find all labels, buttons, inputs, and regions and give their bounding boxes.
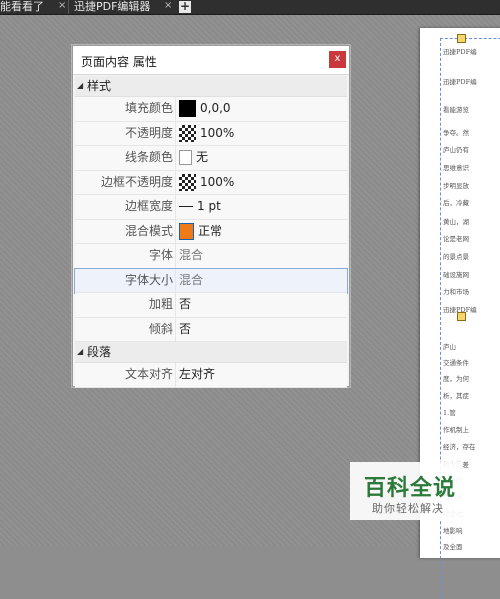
border-opacity-value: 100% [200,174,235,189]
document-text-line: 黄山，湖 [443,218,469,226]
property-blend-mode[interactable]: 混合模式 正常 [75,219,347,244]
property-label: 字体大小 [124,272,173,287]
properties-dialog: 页面内容 属性 x ◢ 样式 填充颜色 0,0,0 不透明度 100% 线条颜色… [72,45,350,388]
document-text-line: 经济，存在 [443,443,476,451]
document-text-line: 地影响 [443,527,463,535]
document-text-line: 迅捷PDF编 [443,78,477,86]
property-grid: ◢ 样式 填充颜色 0,0,0 不透明度 100% 线条颜色 无 边框不透明度 … [74,76,348,388]
property-label: 字体 [148,248,173,262]
property-label: 加粗 [148,297,173,311]
italic-value: 否 [179,321,192,336]
empty-swatch-icon[interactable] [179,150,192,165]
font-value: 混合 [179,248,204,262]
document-text-line: 迅捷PDF编 [443,48,477,56]
document-text-line: 庐山仍有 [443,146,469,154]
watermark-subtitle: 助你轻松解决 [372,502,444,515]
property-border-opacity[interactable]: 边框不透明度 100% [75,170,347,195]
property-label: 线条颜色 [124,150,173,164]
document-text-line: 力和市场 [443,288,469,296]
resize-handle-top[interactable] [457,34,466,43]
dialog-close-button[interactable]: x [329,51,346,68]
document-text-line: 的景点景 [443,253,469,261]
document-text-line: 1.管 [443,409,456,417]
document-text-line: 思维意识 [443,164,469,172]
section-paragraph[interactable]: ◢ 段落 [75,342,347,363]
property-label: 边框不透明度 [100,174,173,189]
opacity-value: 100% [200,125,235,140]
tab-pdf-editor[interactable]: 迅捷PDF编辑器 [74,0,150,14]
property-font[interactable]: 字体 混合 [75,244,347,269]
line-color-value: 无 [196,150,209,164]
bold-value: 否 [179,297,192,311]
fill-color-value: 0,0,0 [200,101,231,115]
blend-mode-value: 正常 [198,223,223,238]
document-text-line: 交通条件 [443,359,469,367]
collapse-triangle-icon[interactable]: ◢ [77,76,83,96]
document-text-line: 础设施网 [443,271,469,279]
property-opacity[interactable]: 不透明度 100% [75,121,347,146]
dialog-title-bar[interactable]: 页面内容 属性 x [73,46,349,75]
watermark-title: 百科全说 [364,476,457,501]
property-label: 文本对齐 [124,367,173,381]
document-text-line: 析，其症 [443,392,469,400]
tab-pdf-editor-close-icon[interactable]: × [164,0,172,14]
document-text-line: 步明显放 [443,182,469,190]
property-label: 填充颜色 [124,101,173,115]
watermark-logo: 百科全说 助你轻松解决 [350,462,462,520]
document-text-line: 作机制上 [443,426,469,434]
text-align-value: 左对齐 [179,367,216,381]
property-line-color[interactable]: 线条颜色 无 [75,146,347,171]
property-italic[interactable]: 倾斜 否 [75,317,347,342]
font-size-value: 混合 [179,272,204,287]
property-font-size[interactable]: 字体大小 混合 [74,267,348,294]
property-label: 倾斜 [148,321,173,336]
document-text-line: 迅捷PDF编 [443,306,477,314]
property-label: 不透明度 [124,125,173,140]
new-tab-plus-icon[interactable]: + [179,0,191,13]
line-icon [179,206,193,207]
document-text-line: 度，为何 [443,375,469,383]
document-text-line: 后，冷藏 [443,199,469,207]
dialog-title: 页面内容 属性 [81,55,157,69]
checkerboard-icon[interactable] [179,124,196,142]
document-text-line: 看能游览 [443,106,469,114]
document-text-line: 争夺。然 [443,129,469,137]
checkerboard-icon[interactable] [179,173,196,191]
tab-previous-doc[interactable]: 能看看了 [0,0,44,14]
document-text-line: 庐山 [443,343,456,351]
tab-previous-close-icon[interactable]: × [58,0,66,14]
property-fill-color[interactable]: 填充颜色 0,0,0 [75,97,347,122]
tab-divider [68,0,69,14]
color-swatch-icon[interactable] [179,100,196,117]
orange-square-icon [179,222,194,240]
property-label: 混合模式 [124,223,173,238]
tab-bar: 能看看了 × 迅捷PDF编辑器 × + [0,0,500,15]
border-width-value: 1 pt [197,199,221,213]
collapse-triangle-icon[interactable]: ◢ [77,342,83,362]
property-text-align[interactable]: 文本对齐 左对齐 [75,363,347,388]
section-paragraph-title: 段落 [87,345,112,359]
property-border-width[interactable]: 边框宽度 1 pt [75,195,347,220]
document-text-line: 及全面 [443,543,463,551]
property-bold[interactable]: 加粗 否 [75,293,347,318]
property-label: 边框宽度 [124,199,173,213]
section-style[interactable]: ◢ 样式 [75,76,347,97]
section-style-title: 样式 [87,79,112,93]
document-text-line: 论是老网 [443,235,469,243]
